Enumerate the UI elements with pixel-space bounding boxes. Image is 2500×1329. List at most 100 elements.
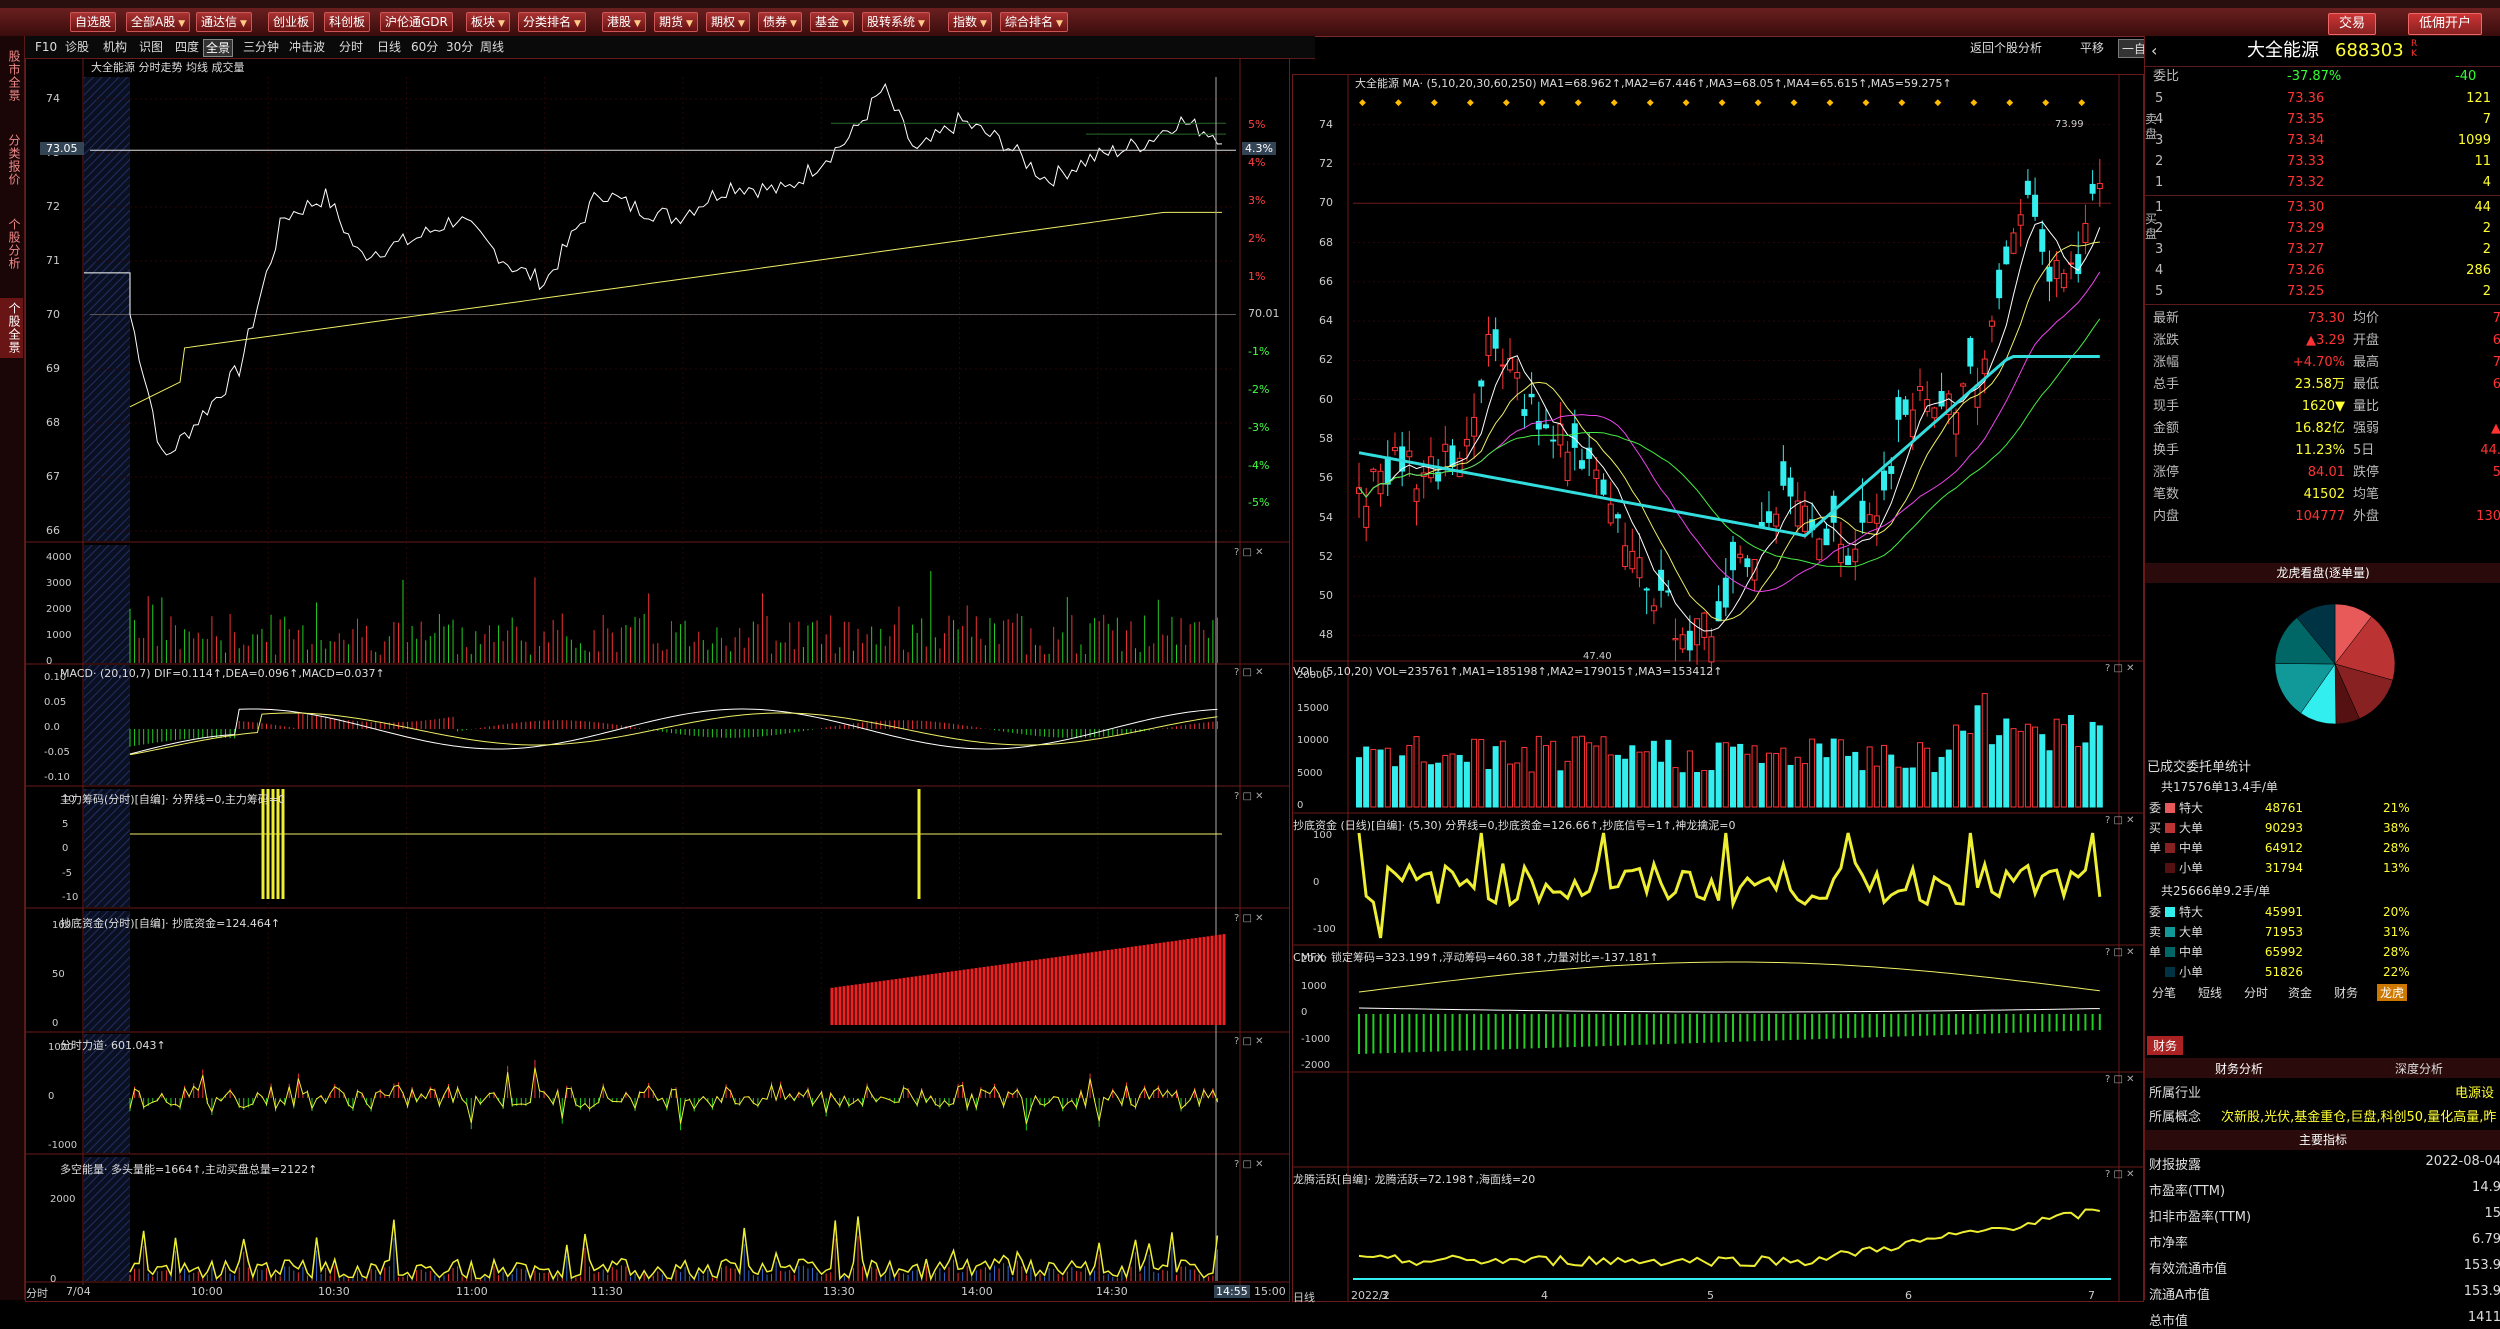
volume-bar	[1837, 739, 1844, 808]
volume-bar	[1751, 745, 1758, 808]
toolbar-button-0[interactable]: 返回个股分析	[1970, 39, 2042, 56]
menu-item-1[interactable]: 全部A股 ▼	[126, 12, 191, 32]
stat-value: ▲3.29	[2306, 333, 2345, 348]
color-swatch-icon	[2165, 967, 2175, 977]
pct-axis-label: -3%	[1248, 420, 1270, 434]
view-tab-2[interactable]: 机构	[101, 39, 129, 55]
candle-body	[1650, 605, 1657, 612]
stat-right-label: 跌停	[2353, 465, 2380, 480]
leftnav-tab-0[interactable]: 股市全景	[0, 46, 23, 106]
sell-price: 73.35	[2287, 112, 2325, 127]
volume-bar	[2068, 715, 2075, 808]
menu-item-4[interactable]: 科创板	[324, 12, 371, 32]
fin-tab-1[interactable]: 深度分析	[2395, 1060, 2443, 1077]
kline-price-label: 68	[1319, 235, 1333, 249]
stat-row: 涨幅 +4.70% 最高 7	[2145, 352, 2500, 374]
candle-body	[1866, 514, 1873, 523]
volume-bar	[1356, 757, 1362, 808]
bottom-tab-0[interactable]: 分笔	[2149, 984, 2179, 1001]
leftnav-tab-1[interactable]: 分类报价	[0, 130, 23, 190]
volume-bar	[1679, 772, 1686, 808]
menu-item-10[interactable]: 期权 ▼	[706, 12, 750, 32]
chevron-down-icon: ▼	[574, 19, 581, 29]
bottom-tab-1[interactable]: 短线	[2195, 984, 2225, 1001]
view-tab-4[interactable]: 四度	[173, 39, 201, 55]
date-tag: 日线	[1293, 1291, 1315, 1304]
volume-bar	[1427, 764, 1434, 808]
volume-bar	[1780, 747, 1787, 808]
menu-item-12[interactable]: 基金 ▼	[810, 12, 854, 32]
bottom-tab-2[interactable]: 分时	[2241, 984, 2271, 1001]
bottom-tab-4[interactable]: 财务	[2331, 984, 2361, 1001]
menu-item-5[interactable]: 沪伦通GDR	[380, 12, 453, 32]
menu-item-9[interactable]: 期货 ▼	[654, 12, 698, 32]
price-axis-label: 72	[46, 200, 60, 213]
volume-bar	[1492, 746, 1499, 808]
fsld-axis-label: 0	[48, 1091, 55, 1102]
candle-body	[1981, 358, 1988, 375]
volume-bar	[1816, 743, 1823, 808]
view-tab-12[interactable]: 周线	[478, 39, 506, 55]
menu-item-6[interactable]: 板块 ▼	[466, 12, 510, 32]
volume-bar	[1672, 767, 1679, 808]
menu-item-11[interactable]: 债券 ▼	[758, 12, 802, 32]
order-row: 卖 大单 71953 31%	[2145, 922, 2500, 942]
trade-button[interactable]: 交易	[2328, 13, 2377, 35]
volume-bar	[1578, 735, 1585, 808]
menu-item-7[interactable]: 分类排名 ▼	[518, 12, 586, 32]
open-account-button[interactable]: 低佣开户	[2408, 13, 2483, 35]
leftnav-tab-2[interactable]: 个股分析	[0, 214, 23, 274]
toolbar-button-1[interactable]: 平移	[2080, 39, 2104, 56]
dkln-header: 多空能量· 多头量能=1664↑,主动买盘总量=2122↑	[60, 1163, 318, 1176]
view-tab-3[interactable]: 识图	[137, 39, 165, 55]
stat-row: 笔数 41502 均笔	[2145, 484, 2500, 506]
menu-item-2[interactable]: 通达信 ▼	[196, 12, 252, 32]
menu-item-8[interactable]: 港股 ▼	[602, 12, 646, 32]
view-tab-11[interactable]: 30分	[444, 39, 475, 55]
volume-bar	[1636, 751, 1643, 808]
volume-bar	[1607, 754, 1614, 808]
view-tab-6[interactable]: 三分钟	[241, 39, 281, 55]
menu-item-14[interactable]: 指数 ▼	[948, 12, 992, 32]
order-side-label: 单	[2149, 945, 2162, 959]
menu-item-0[interactable]: 自选股	[70, 12, 117, 32]
view-tab-1[interactable]: 诊股	[63, 39, 91, 55]
view-tab-8[interactable]: 分时	[337, 39, 365, 55]
menu-item-13[interactable]: 股转系统 ▼	[862, 12, 930, 32]
kline-chart[interactable]: ◆ ◆ ◆ ◆ ◆ ◆ ◆ ◆ ◆ ◆ ◆ ◆ ◆ ◆ ◆ ◆ ◆ ◆ ◆ ◆ ◆	[1293, 75, 2143, 1301]
zljm-axis-label: -10	[62, 892, 79, 903]
stat-label: 涨停	[2153, 465, 2180, 480]
view-tab-10[interactable]: 60分	[409, 39, 440, 55]
order-type: 小单	[2179, 861, 2204, 875]
order-type: 中单	[2179, 841, 2204, 855]
menu-item-15[interactable]: 综合排名 ▼	[1000, 12, 1068, 32]
event-marker: ◆	[2078, 98, 2085, 108]
view-tab-5[interactable]: 全景	[203, 39, 234, 57]
pct-axis-label: 4%	[1248, 156, 1266, 170]
volume-bar	[1550, 740, 1557, 808]
leftnav-tab-3[interactable]: 个股全景	[0, 298, 23, 358]
stat-right-label: 强弱	[2353, 421, 2380, 436]
sell-level-label: 5	[2155, 91, 2164, 106]
view-tab-0[interactable]: F10	[33, 39, 59, 55]
candle-body	[2096, 182, 2103, 190]
price-axis-label: 70	[46, 308, 60, 321]
view-tab-9[interactable]: 日线	[375, 39, 403, 55]
view-tab-7[interactable]: 冲击波	[287, 39, 327, 55]
menu-item-3[interactable]: 创业板	[268, 12, 315, 32]
intraday-chart[interactable]	[26, 59, 1289, 1301]
weibi-value: -37.87%	[2287, 69, 2342, 84]
candle-body	[1852, 548, 1859, 563]
event-marker: ◆	[2042, 98, 2049, 108]
fin-tag[interactable]: 财务	[2147, 1036, 2184, 1055]
bottom-tab-5[interactable]: 龙虎	[2377, 984, 2408, 1001]
fin-tab-0[interactable]: 财务分析	[2215, 1060, 2263, 1077]
left-nav: 股市全景分类报价个股分析个股全景	[0, 36, 25, 1300]
back-icon[interactable]: ‹	[2151, 38, 2157, 64]
candle-body	[1996, 269, 2003, 299]
candle-body	[2060, 273, 2067, 289]
color-swatch-icon	[2165, 907, 2175, 917]
volume-axis-label: 1000	[46, 630, 72, 641]
bottom-tab-3[interactable]: 资金	[2285, 984, 2315, 1001]
stat-right-value: 5	[2492, 465, 2500, 480]
